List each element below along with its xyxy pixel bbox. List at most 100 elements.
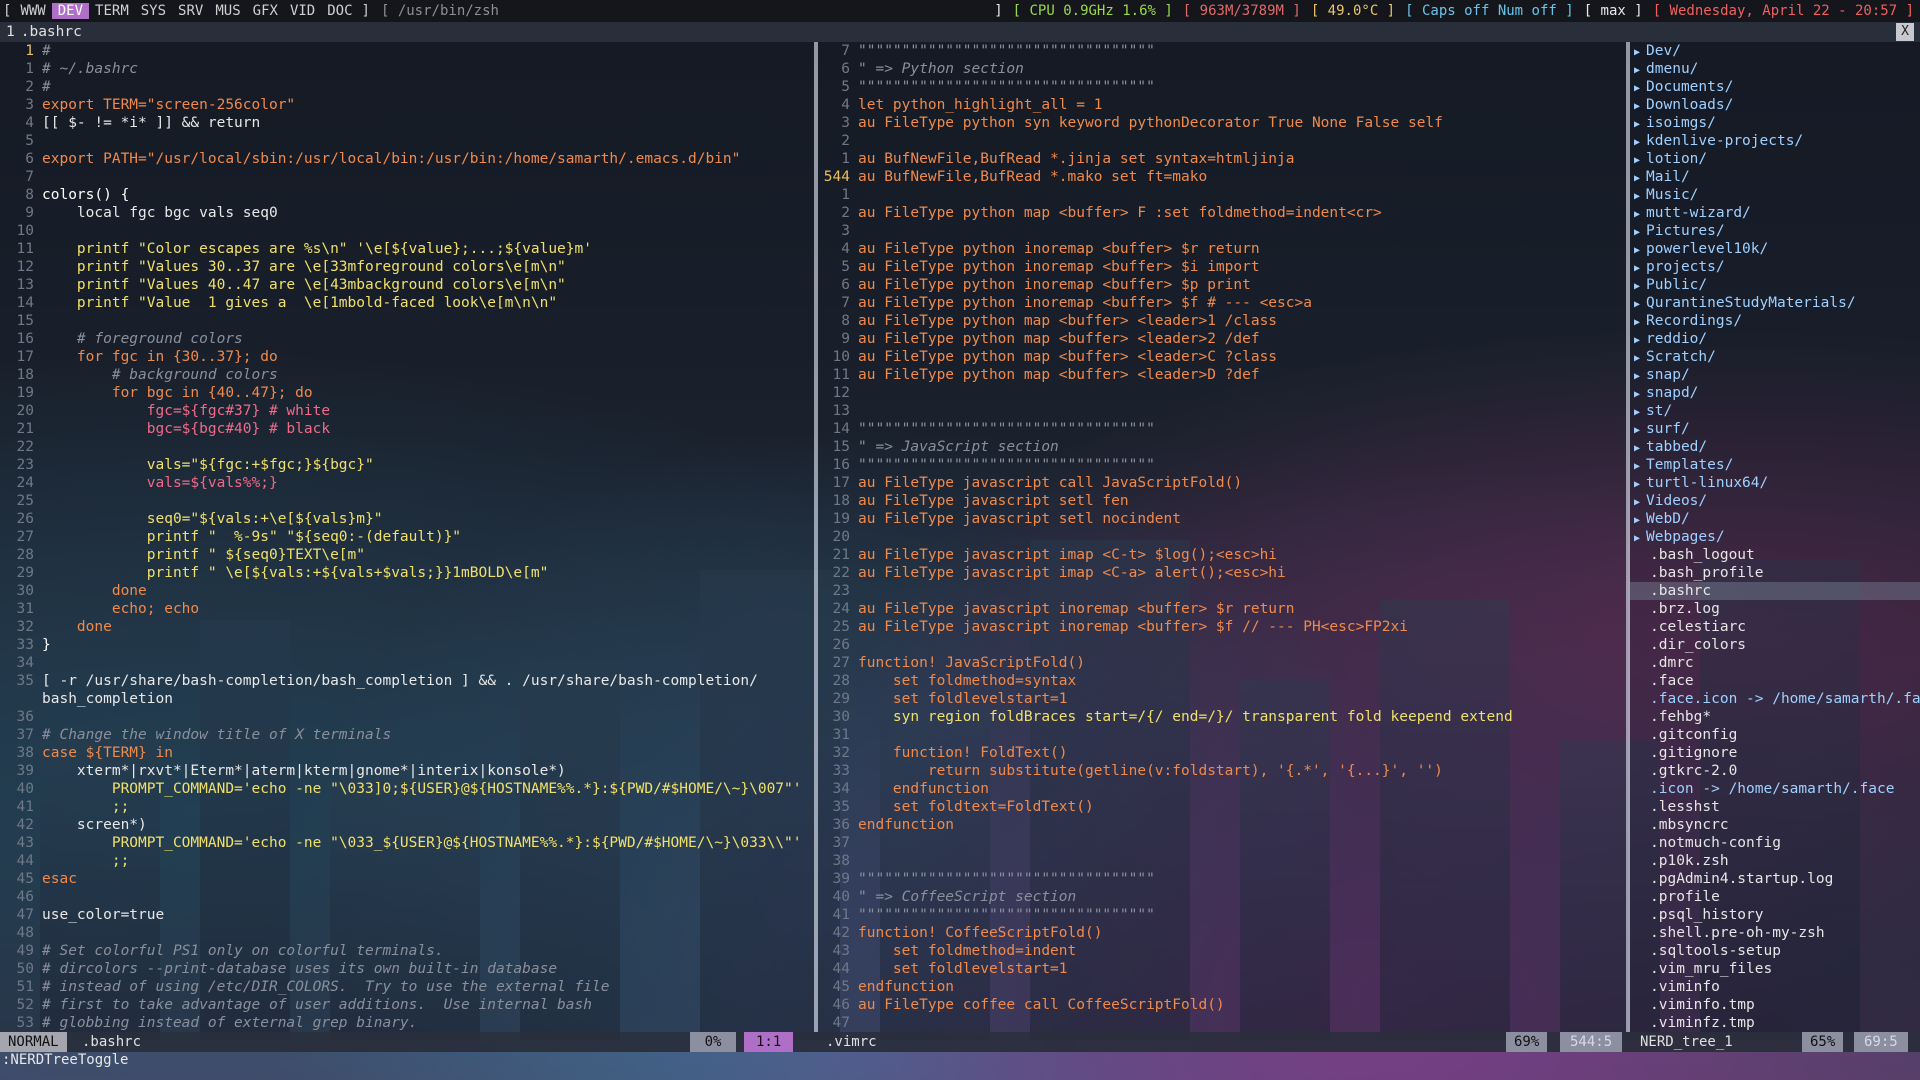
tree-directory[interactable]: ▶ tabbed/ — [1630, 438, 1920, 456]
tree-file[interactable]: .viminfo — [1630, 978, 1920, 996]
tree-directory[interactable]: ▶ Scratch/ — [1630, 348, 1920, 366]
tree-directory[interactable]: ▶ Public/ — [1630, 276, 1920, 294]
line-text: PROMPT_COMMAND='echo -ne "\033]0;${USER}… — [42, 781, 802, 797]
tree-file[interactable]: .face.icon -> /home/samarth/.face — [1630, 690, 1920, 708]
tree-file[interactable]: .brz.log — [1630, 600, 1920, 618]
tree-directory[interactable]: ▶ st/ — [1630, 402, 1920, 420]
tree-file[interactable]: .gtkrc-2.0 — [1630, 762, 1920, 780]
workspace-mus[interactable]: MUS — [209, 3, 246, 19]
close-tab-button[interactable]: X — [1896, 23, 1914, 41]
tree-directory[interactable]: ▶ Pictures/ — [1630, 222, 1920, 240]
code-line: 19 au FileType javascript setl nocindent — [818, 510, 1628, 528]
triangle-right-icon: ▶ — [1634, 83, 1641, 94]
workspace-sys[interactable]: SYS — [135, 3, 172, 19]
line-text: local fgc bgc vals seq0 — [42, 205, 278, 221]
line-number: 18 — [832, 493, 850, 509]
workspace-srv[interactable]: SRV — [172, 3, 209, 19]
editor-pane-bashrc[interactable]: 1 #1 # ~/.bashrc 2 #3 export TERM="screen-256… — [0, 42, 814, 1032]
date-status: [ Wednesday, April 22 - 20:57 ] — [1652, 3, 1914, 19]
tree-file[interactable]: .lesshst — [1630, 798, 1920, 816]
tree-directory[interactable]: ▶ Dev/ — [1630, 42, 1920, 60]
editor-pane-vimrc[interactable]: 7 """""""""""""""""""""""""""""""""" 6 " =>… — [818, 42, 1628, 1032]
line-number: 34 — [832, 781, 850, 797]
tree-file[interactable]: .p10k.zsh — [1630, 852, 1920, 870]
code-line: 39 xterm*|rxvt*|Eterm*|aterm|kterm|gnome… — [0, 762, 814, 780]
directory-name: st/ — [1646, 403, 1673, 419]
directory-name: snapd/ — [1646, 385, 1699, 401]
tree-file[interactable]: .shell.pre-oh-my-zsh — [1630, 924, 1920, 942]
tree-file[interactable]: .pgAdmin4.startup.log — [1630, 870, 1920, 888]
file-name: .face — [1650, 673, 1694, 689]
tree-file[interactable]: .celestiarc — [1630, 618, 1920, 636]
tab-number: 1 — [6, 24, 15, 40]
code-line: 33 return substitute(getline(v:foldstart… — [818, 762, 1628, 780]
line-number: 30 — [832, 709, 850, 725]
code-line: 29 set foldlevelstart=1 — [818, 690, 1628, 708]
tree-directory[interactable]: ▶ Webpages/ — [1630, 528, 1920, 546]
line-number: 5 — [841, 259, 850, 275]
nerdtree-pane[interactable]: ▶ Dev/ ▶ dmenu/ ▶ Documents/ ▶ Downloads/ ▶ isoim… — [1630, 42, 1920, 1032]
workspace-term[interactable]: TERM — [89, 3, 135, 19]
tree-file[interactable]: .bash_profile — [1630, 564, 1920, 582]
tree-file[interactable]: .bash_logout — [1630, 546, 1920, 564]
tree-directory[interactable]: ▶ surf/ — [1630, 420, 1920, 438]
tree-directory[interactable]: ▶ kdenlive-projects/ — [1630, 132, 1920, 150]
tree-directory[interactable]: ▶ Mail/ — [1630, 168, 1920, 186]
workspace-www[interactable]: WWW — [14, 3, 51, 19]
code-line: 10 — [0, 222, 814, 240]
line-text: au FileType javascript setl nocindent — [858, 511, 1182, 527]
tab-bashrc[interactable]: 1 .bashrc — [6, 22, 82, 42]
tree-directory[interactable]: ▶ Recordings/ — [1630, 312, 1920, 330]
code-line: 34 endfunction — [818, 780, 1628, 798]
workspace-gfx[interactable]: GFX — [247, 3, 284, 19]
tree-file[interactable]: .dir_colors — [1630, 636, 1920, 654]
tree-directory[interactable]: ▶ QurantineStudyMaterials/ — [1630, 294, 1920, 312]
tree-directory[interactable]: ▶ Videos/ — [1630, 492, 1920, 510]
line-number: 4 — [841, 241, 850, 257]
tree-directory[interactable]: ▶ dmenu/ — [1630, 60, 1920, 78]
tree-file[interactable]: .face — [1630, 672, 1920, 690]
tree-file[interactable]: .gitignore — [1630, 744, 1920, 762]
tree-directory[interactable]: ▶ Music/ — [1630, 186, 1920, 204]
tree-directory[interactable]: ▶ WebD/ — [1630, 510, 1920, 528]
tree-file[interactable]: .mbsyncrc — [1630, 816, 1920, 834]
tree-directory[interactable]: ▶ projects/ — [1630, 258, 1920, 276]
tree-directory[interactable]: ▶ reddio/ — [1630, 330, 1920, 348]
tree-directory[interactable]: ▶ turtl-linux64/ — [1630, 474, 1920, 492]
workspace-dev[interactable]: DEV — [51, 3, 90, 19]
line-number: 29 — [16, 565, 34, 581]
tree-directory[interactable]: ▶ snap/ — [1630, 366, 1920, 384]
tree-directory[interactable]: ▶ Templates/ — [1630, 456, 1920, 474]
tree-file[interactable]: .bashrc — [1630, 582, 1920, 600]
command-line[interactable]: :NERDTreeToggle — [2, 1050, 128, 1070]
line-number: 43 — [832, 943, 850, 959]
line-text: # background colors — [42, 367, 278, 383]
workspace-bracket-open: [ — [3, 3, 12, 19]
tree-directory[interactable]: ▶ snapd/ — [1630, 384, 1920, 402]
tree-directory[interactable]: ▶ isoimgs/ — [1630, 114, 1920, 132]
tree-file[interactable]: .psql_history — [1630, 906, 1920, 924]
tree-file[interactable]: .dmrc — [1630, 654, 1920, 672]
tree-file[interactable]: .gitconfig — [1630, 726, 1920, 744]
tree-file[interactable]: .vim_mru_files — [1630, 960, 1920, 978]
tree-file[interactable]: .viminfo.tmp — [1630, 996, 1920, 1014]
tree-file[interactable]: .sqltools-setup — [1630, 942, 1920, 960]
left-scroll-percent: 0% — [690, 1032, 736, 1052]
tree-file[interactable]: .viminfz.tmp — [1630, 1014, 1920, 1032]
tree-file[interactable]: .icon -> /home/samarth/.face — [1630, 780, 1920, 798]
tree-directory[interactable]: ▶ powerlevel10k/ — [1630, 240, 1920, 258]
workspace-vid[interactable]: VID — [284, 3, 321, 19]
tree-directory[interactable]: ▶ mutt-wizard/ — [1630, 204, 1920, 222]
tree-file[interactable]: .profile — [1630, 888, 1920, 906]
tree-file[interactable]: .fehbg* — [1630, 708, 1920, 726]
code-line: 10 au FileType python map <buffer> <leade… — [818, 348, 1628, 366]
tree-directory[interactable]: ▶ Documents/ — [1630, 78, 1920, 96]
code-line: 17 au FileType javascript call JavaScript… — [818, 474, 1628, 492]
tree-directory[interactable]: ▶ Downloads/ — [1630, 96, 1920, 114]
code-line: 2 au FileType python map <buffer> F :set … — [818, 204, 1628, 222]
workspace-doc[interactable]: DOC — [321, 3, 358, 19]
tree-file[interactable]: .notmuch-config — [1630, 834, 1920, 852]
triangle-right-icon: ▶ — [1634, 389, 1641, 400]
tree-directory[interactable]: ▶ lotion/ — [1630, 150, 1920, 168]
code-line: 22 au FileType javascript imap <C-a> aler… — [818, 564, 1628, 582]
